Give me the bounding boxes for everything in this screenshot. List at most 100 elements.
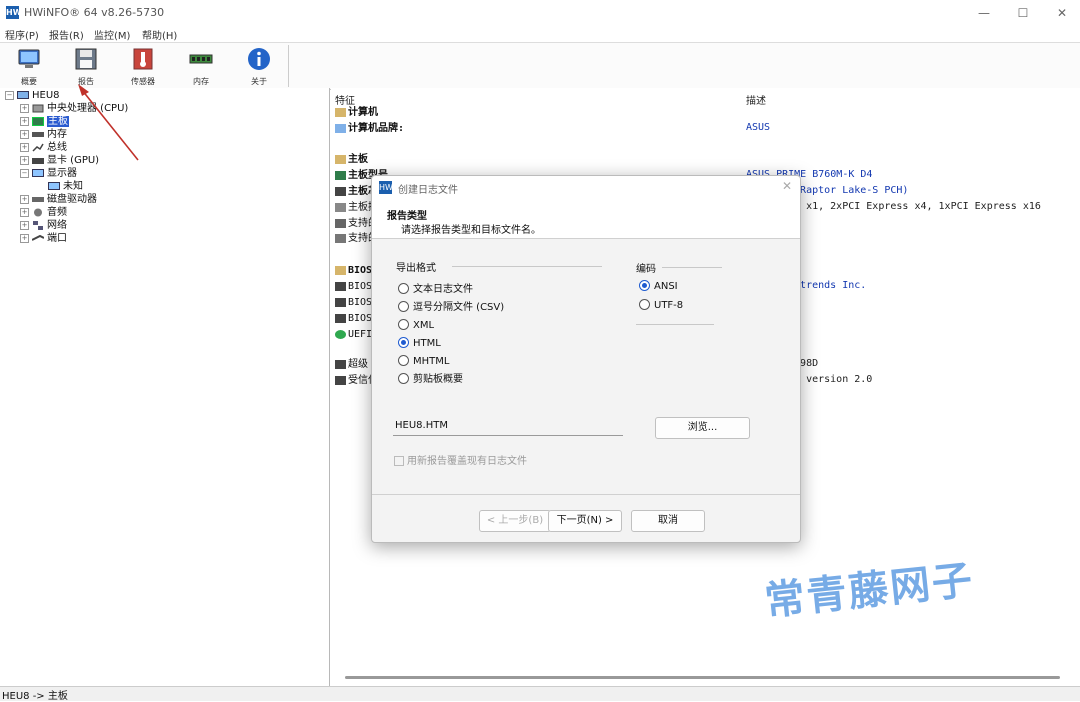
horizontal-scrollbar[interactable]	[345, 676, 1060, 679]
tree-item-label: 内存	[47, 129, 67, 140]
dialog-close-button[interactable]: ✕	[782, 179, 792, 193]
tree-item-network[interactable]: + 网络	[20, 219, 67, 232]
tree-item-label: 显卡 (GPU)	[47, 155, 100, 166]
memory-icon	[32, 131, 44, 137]
tree-item-display[interactable]: − 显示器	[20, 167, 77, 180]
tree-item-label: 主板	[47, 116, 69, 127]
encoding-ansi-radio[interactable]: ANSI	[639, 279, 678, 294]
detail-row[interactable]: UEFI	[335, 328, 372, 342]
menu-program[interactable]: 程序(P)	[5, 27, 39, 42]
cancel-button[interactable]: 取消	[631, 510, 705, 532]
export-format-label: 导出格式	[396, 263, 436, 274]
format-text-radio[interactable]: 文本日志文件	[398, 282, 473, 297]
column-header-feature[interactable]: 特征	[335, 92, 355, 107]
detail-row[interactable]: BIOS	[335, 280, 372, 294]
tree-item-disk[interactable]: + 磁盘驱动器	[20, 193, 97, 206]
window-title: HWiNFO® 64 v8.26-5730	[24, 6, 165, 19]
report-button[interactable]: 报告	[64, 47, 108, 87]
collapse-icon[interactable]: −	[5, 90, 14, 100]
radio-icon	[398, 300, 409, 312]
checkbox-icon	[394, 456, 404, 466]
close-button[interactable]: ✕	[1052, 4, 1072, 22]
tree-root[interactable]: − HEU8	[5, 89, 60, 102]
detail-label: BIOS	[348, 297, 373, 308]
toolbar: 概要 报告 传感器 内存 关于	[0, 42, 1080, 90]
minimize-button[interactable]: —	[974, 4, 994, 22]
format-label: 逗号分隔文件 (CSV)	[413, 302, 505, 313]
detail-row[interactable]: BIOS	[335, 296, 372, 310]
filename-input[interactable]: HEU8.HTM	[393, 417, 623, 436]
format-csv-radio[interactable]: 逗号分隔文件 (CSV)	[398, 300, 505, 315]
tree-item-memory[interactable]: + 内存	[20, 128, 67, 141]
detail-row[interactable]: 计算机	[335, 106, 378, 120]
detail-row[interactable]: 超级	[335, 358, 368, 372]
browse-button[interactable]: 浏览...	[655, 417, 750, 439]
expand-icon[interactable]: +	[20, 233, 29, 243]
overwrite-checkbox[interactable]: 用新报告覆盖现有日志文件	[394, 452, 527, 467]
expand-icon[interactable]: +	[20, 155, 29, 165]
menu-monitor[interactable]: 监控(M)	[94, 27, 130, 42]
format-clipboard-radio[interactable]: 剪贴板概要	[398, 372, 463, 387]
format-label: 文本日志文件	[413, 284, 473, 295]
format-html-radio[interactable]: HTML	[398, 336, 441, 351]
floppy-disk-icon	[75, 48, 97, 70]
group-divider	[662, 267, 722, 268]
tree-item-gpu[interactable]: + 显卡 (GPU)	[20, 154, 99, 167]
title-bar: HW HWiNFO® 64 v8.26-5730 — ☐ ✕	[0, 0, 1080, 26]
menu-help[interactable]: 帮助(H)	[142, 27, 177, 42]
tree-item-label: 网络	[47, 220, 67, 231]
expand-icon[interactable]: +	[20, 207, 29, 217]
detail-row[interactable]: BIOS	[335, 312, 372, 326]
format-label: XML	[413, 320, 435, 331]
dialog-header-title: 报告类型	[387, 211, 427, 222]
expand-icon[interactable]: +	[20, 116, 29, 126]
dialog-header: 报告类型 请选择报告类型和目标文件名。	[372, 200, 800, 239]
tree-item-cpu[interactable]: + 中央处理器 (CPU)	[20, 102, 128, 115]
detail-row[interactable]: 主板	[335, 153, 368, 167]
tree-item-ports[interactable]: + 端口	[20, 232, 67, 245]
info-icon	[248, 48, 270, 70]
expand-icon[interactable]: +	[20, 103, 29, 113]
detail-label: BIOS	[348, 281, 373, 292]
column-header-description[interactable]: 描述	[746, 92, 766, 107]
monitor-icon	[18, 49, 40, 68]
computer-icon	[17, 90, 29, 99]
format-label: HTML	[413, 338, 441, 349]
format-xml-radio[interactable]: XML	[398, 318, 435, 333]
next-button[interactable]: 下一页(N) >	[548, 510, 622, 532]
expand-icon[interactable]: +	[20, 194, 29, 204]
tree-item-label: 音频	[47, 207, 67, 218]
radio-icon	[398, 354, 409, 366]
sensors-button[interactable]: 传感器	[121, 47, 165, 87]
encoding-utf8-radio[interactable]: UTF-8	[639, 298, 683, 313]
summary-button[interactable]: 概要	[7, 47, 51, 87]
back-button[interactable]: < 上一步(B)	[479, 510, 551, 532]
tree-item-audio[interactable]: + 音频	[20, 206, 67, 219]
tree-item-motherboard[interactable]: + 主板	[20, 115, 69, 128]
detail-value: ess x1, 2xPCI Express x4, 1xPCI Express …	[782, 201, 1041, 212]
thermometer-icon	[133, 48, 153, 70]
collapse-icon[interactable]: −	[20, 168, 29, 178]
format-mhtml-radio[interactable]: MHTML	[398, 354, 449, 369]
display-icon	[32, 168, 44, 177]
tree-item-unknown[interactable]: 未知	[48, 180, 83, 193]
detail-label: 超级	[348, 359, 368, 370]
maximize-button[interactable]: ☐	[1013, 4, 1033, 22]
report-label: 报告	[78, 77, 94, 86]
tree-item-label: 端口	[47, 233, 67, 244]
memory-icon	[335, 218, 346, 228]
create-log-dialog: HW 创建日志文件 ✕ 报告类型 请选择报告类型和目标文件名。 导出格式 文本日…	[371, 175, 801, 543]
chip-icon	[335, 297, 346, 307]
folder-icon	[335, 265, 346, 275]
about-button[interactable]: 关于	[237, 47, 281, 87]
detail-row[interactable]: BIOS	[335, 264, 372, 278]
menu-report[interactable]: 报告(R)	[49, 27, 84, 42]
expand-icon[interactable]: +	[20, 142, 29, 152]
memory-button[interactable]: 内存	[179, 47, 223, 87]
dialog-body: 导出格式 文本日志文件 逗号分隔文件 (CSV) XML HTML MHTML …	[372, 239, 800, 495]
expand-icon[interactable]: +	[20, 220, 29, 230]
expand-icon[interactable]: +	[20, 129, 29, 139]
detail-row[interactable]: 计算机品牌:	[335, 122, 404, 136]
memory-label: 内存	[193, 77, 209, 86]
tree-item-bus[interactable]: + 总线	[20, 141, 67, 154]
